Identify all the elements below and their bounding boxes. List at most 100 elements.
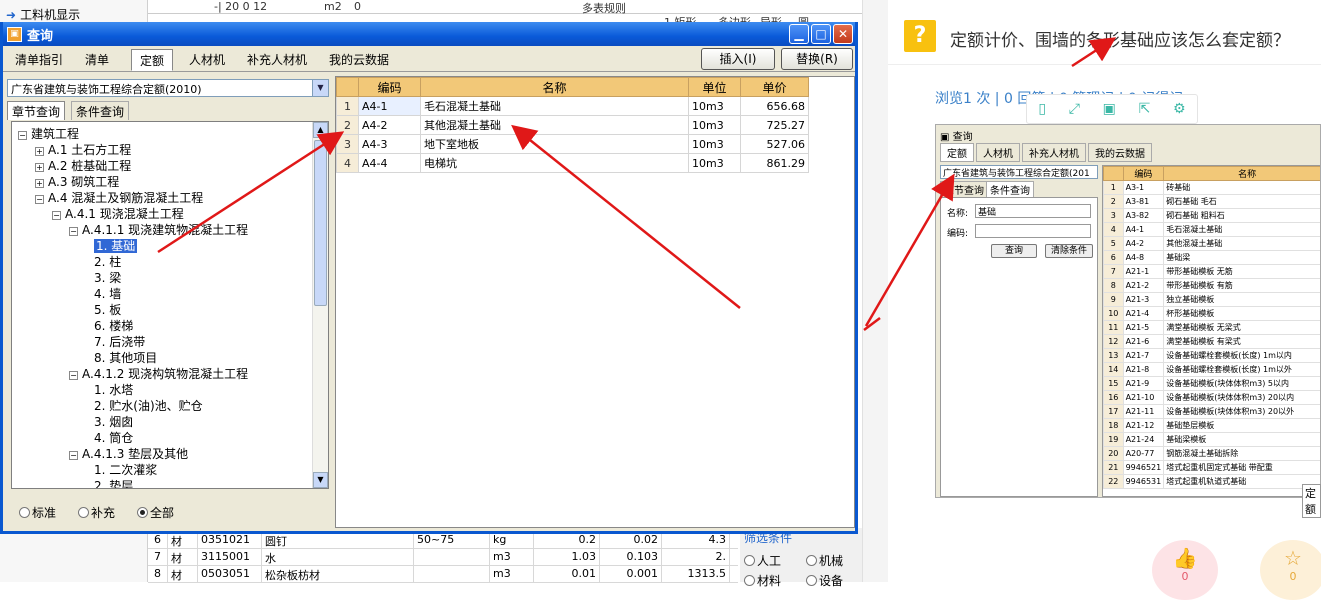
table-row[interactable]: 6材0351021圆钉50~75kg0.20.024.3	[148, 532, 738, 549]
expand-icon[interactable]: +	[35, 179, 44, 188]
tab-labor-material-machine[interactable]: 人材机	[181, 49, 233, 71]
tree-node[interactable]: 8. 其他项目	[94, 350, 157, 366]
library-radio-option[interactable]: 全部	[137, 504, 174, 521]
tree-node[interactable]: 1. 基础	[94, 238, 137, 254]
scroll-down-icon[interactable]: ▼	[313, 472, 328, 488]
table-row[interactable]: 2A4-2其他混凝土基础10m3725.27	[337, 116, 809, 135]
table-cell: 毛石混凝土基础	[421, 97, 689, 116]
grid-header-unit[interactable]: 单位	[689, 78, 741, 97]
tree-node[interactable]: +A.2 桩基础工程	[35, 158, 131, 174]
collapse-icon[interactable]: −	[69, 371, 78, 380]
dialog-titlebar[interactable]: ▣ 查询 ▁ □ ✕	[3, 22, 855, 46]
close-button[interactable]: ✕	[833, 24, 853, 44]
collapse-icon[interactable]: −	[35, 195, 44, 204]
quota-library-select[interactable]: 广东省建筑与装饰工程综合定额(2010) ▼	[7, 79, 329, 97]
tab-supplementary-lmm[interactable]: 补充人材机	[239, 49, 315, 71]
tree-scrollbar[interactable]: ▲ ▼	[312, 122, 328, 488]
table-cell: 圆钉	[262, 532, 414, 548]
tree-node[interactable]: −A.4 混凝土及钢筋混凝土工程	[35, 190, 203, 206]
tree-node[interactable]: 3. 梁	[94, 270, 121, 286]
like-button[interactable]: 👍 0	[1152, 540, 1218, 600]
tree-node[interactable]: −A.4.1 现浇混凝土工程	[52, 206, 184, 222]
tree-node[interactable]: 2. 垫层	[94, 478, 133, 489]
tab-my-cloud-data[interactable]: 我的云数据	[321, 49, 397, 71]
expand-icon[interactable]: +	[35, 163, 44, 172]
tree-node[interactable]: 5. 板	[94, 302, 121, 318]
table-cell: 4.3	[662, 532, 730, 548]
tab-condition-query[interactable]: 条件查询	[71, 101, 129, 120]
grid-header-code[interactable]: 编码	[359, 78, 421, 97]
tree-node[interactable]: −A.4.1.1 现浇建筑物混凝土工程	[69, 222, 248, 238]
dialog-title: 查询	[27, 25, 53, 44]
library-radio-option[interactable]: 标准	[19, 504, 56, 521]
table-cell: 1	[337, 97, 359, 116]
collapse-icon[interactable]: −	[52, 211, 61, 220]
table-row[interactable]: 3A4-3地下室地板10m3527.06	[337, 135, 809, 154]
insert-button[interactable]: 插入(I)	[701, 48, 775, 70]
tree-node[interactable]: 4. 墙	[94, 286, 121, 302]
expand-icon[interactable]: +	[35, 147, 44, 156]
question-title: 定额计价、围墙的条形基础应该怎么套定额？	[950, 26, 1290, 51]
share-icon[interactable]: ⇱	[1139, 101, 1151, 117]
favorite-button[interactable]: ☆ 0	[1260, 540, 1321, 600]
collapse-icon[interactable]: −	[18, 131, 27, 140]
table-row[interactable]: 4A4-4电梯坑10m3861.29	[337, 154, 809, 173]
filter-panel: 筛选条件 人工 机械 材料 设备	[740, 528, 862, 582]
table-cell: A4-2	[359, 116, 421, 135]
save-icon[interactable]: ▣	[1103, 101, 1116, 117]
table-cell: 松杂板枋材	[262, 566, 414, 582]
shot-row: 18A21-12基础垫层模板	[1104, 419, 1321, 433]
phone-icon[interactable]: ▯	[1038, 101, 1046, 117]
filter-equipment-radio[interactable]: 设备	[806, 572, 843, 589]
table-cell: 0351021	[198, 532, 262, 548]
tree-node-label: 2. 柱	[94, 255, 121, 269]
tab-list[interactable]: 清单	[77, 49, 117, 71]
table-row[interactable]: 7材3115001水m31.030.1032.	[148, 549, 738, 566]
tree-node[interactable]: 2. 贮水(油)池、贮仓	[94, 398, 203, 414]
tree-node[interactable]: 4. 筒仓	[94, 430, 133, 446]
tree-node[interactable]: −A.4.1.2 现浇构筑物混凝土工程	[69, 366, 248, 382]
scroll-thumb[interactable]	[314, 140, 327, 306]
tree-node[interactable]: 2. 柱	[94, 254, 121, 270]
embedded-screenshot[interactable]: ▣ 查询 定额 人材机 补充人材机 我的云数据 广东省建筑与装饰工程综合定额(2…	[935, 124, 1321, 498]
tree-node[interactable]: 1. 二次灌浆	[94, 462, 157, 478]
tab-quota[interactable]: 定额	[131, 49, 173, 71]
minimize-button[interactable]: ▁	[789, 24, 809, 44]
scroll-up-icon[interactable]: ▲	[313, 122, 328, 138]
tree-node[interactable]: 6. 楼梯	[94, 318, 133, 334]
table-row[interactable]: 8材0503051松杂板枋材m30.010.0011313.5	[148, 566, 738, 583]
tree-node[interactable]: 1. 水塔	[94, 382, 133, 398]
table-cell: 材	[168, 549, 198, 565]
filter-machine-radio[interactable]: 机械	[806, 552, 843, 569]
grid-header-price[interactable]: 单价	[741, 78, 809, 97]
tree-node[interactable]: −A.4.1.3 垫层及其他	[69, 446, 188, 462]
tree-node[interactable]: −建筑工程	[18, 126, 79, 142]
tree-node[interactable]: 7. 后浇带	[94, 334, 145, 350]
tree-node[interactable]: +A.3 砌筑工程	[35, 174, 119, 190]
shot-row: 15A21-9设备基础模板(块体体积m3) 5以内	[1104, 377, 1321, 391]
minimize-icon: ▁	[794, 27, 803, 41]
expand-icon[interactable]: ⤢	[1069, 101, 1080, 117]
library-radio-option[interactable]: 补充	[78, 504, 115, 521]
filter-material-radio[interactable]: 材料	[744, 572, 781, 589]
sidebar-item-material-display[interactable]: ➜工料机显示	[6, 6, 80, 23]
tree-node[interactable]: +A.1 土石方工程	[35, 142, 131, 158]
shot-subtab-condition: 条件查询	[986, 181, 1034, 198]
table-cell: m3	[490, 566, 534, 582]
filter-labor-radio[interactable]: 人工	[744, 552, 781, 569]
table-cell: A4-1	[359, 97, 421, 116]
page-scrollbar[interactable]	[862, 0, 888, 582]
radio-icon	[78, 507, 89, 518]
settings-icon[interactable]: ⚙	[1173, 101, 1186, 117]
collapse-icon[interactable]: −	[69, 451, 78, 460]
tab-list-guide[interactable]: 清单指引	[7, 49, 71, 71]
replace-button[interactable]: 替换(R)	[781, 48, 853, 70]
maximize-button[interactable]: □	[811, 24, 831, 44]
table-row[interactable]: 1A4-1毛石混凝土基础10m3656.68	[337, 97, 809, 116]
grid-header-name[interactable]: 名称	[421, 78, 689, 97]
collapse-icon[interactable]: −	[69, 227, 78, 236]
tab-chapter-query[interactable]: 章节查询	[7, 101, 65, 120]
tree-node[interactable]: 3. 烟囱	[94, 414, 133, 430]
chevron-down-icon[interactable]: ▼	[312, 80, 328, 96]
table-cell: 地下室地板	[421, 135, 689, 154]
